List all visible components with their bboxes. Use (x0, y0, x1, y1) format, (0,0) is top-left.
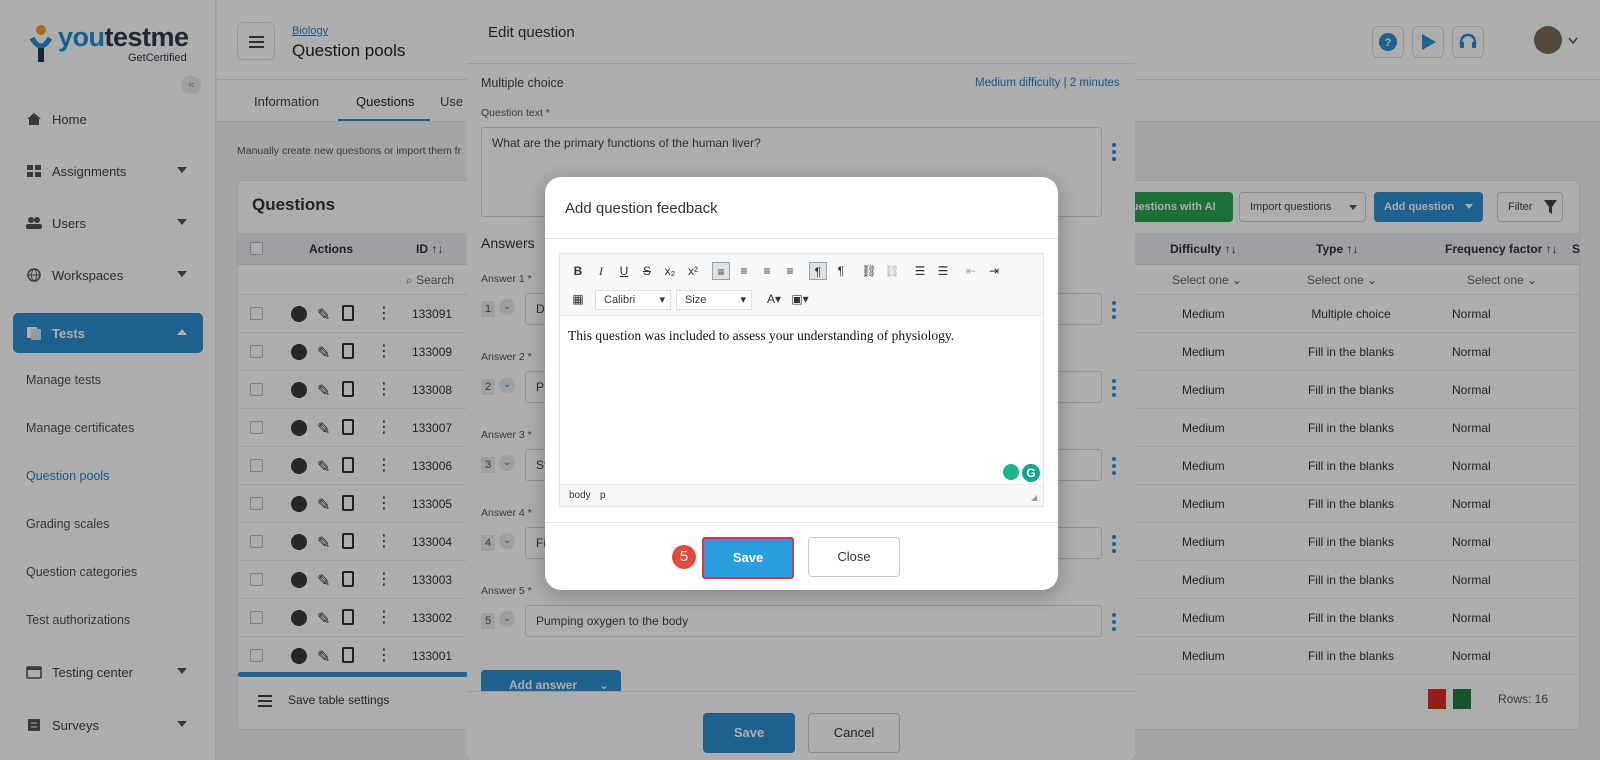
editor-toolbar: B I U S x₂ x² ≡ ≡ ≡ ≡ ¶ ¶ ⛓ ⛓ ☰ ☰ ⇤ ⇥ ▦ … (560, 254, 1043, 316)
save-button[interactable]: Save (702, 537, 794, 579)
add-feedback-modal: Add question feedback B I U S x₂ x² ≡ ≡ … (545, 177, 1058, 590)
text-color-icon[interactable]: A▾ (762, 290, 786, 308)
editor-content[interactable]: This question was included to assess you… (568, 328, 954, 344)
align-justify-icon[interactable]: ≡ (781, 262, 799, 280)
indent-icon[interactable]: ⇥ (985, 262, 1003, 280)
numbered-list-icon[interactable]: ☰ (911, 262, 929, 280)
table-icon[interactable]: ▦ (569, 290, 587, 308)
divider (545, 238, 1058, 239)
strikethrough-icon[interactable]: S (638, 262, 656, 280)
bold-icon[interactable]: B (569, 262, 587, 280)
align-left-icon[interactable]: ≡ (712, 262, 730, 280)
resize-handle-icon[interactable]: ◢ (1031, 493, 1037, 502)
background-color-icon[interactable]: ▣▾ (788, 290, 812, 308)
link-icon[interactable]: ⛓ (860, 262, 878, 280)
grammarly-icon[interactable]: G (1022, 464, 1040, 482)
italic-icon[interactable]: I (592, 262, 610, 280)
close-button[interactable]: Close (808, 537, 900, 577)
align-center-icon[interactable]: ≡ (735, 262, 753, 280)
ltr-icon[interactable]: ¶ (809, 262, 827, 280)
subscript-icon[interactable]: x₂ (661, 262, 679, 280)
editor-statusbar: body p ◢ (560, 484, 1043, 506)
select-value: Calibri (604, 294, 636, 306)
bulleted-list-icon[interactable]: ☰ (934, 262, 952, 280)
select-value: Size (685, 294, 707, 306)
caret-icon: ▾ (659, 294, 665, 306)
superscript-icon[interactable]: x² (684, 262, 702, 280)
font-select[interactable]: Calibri ▾ (595, 290, 671, 310)
rtl-icon[interactable]: ¶ (832, 262, 850, 280)
rich-text-editor: B I U S x₂ x² ≡ ≡ ≡ ≡ ¶ ¶ ⛓ ⛓ ☰ ☰ ⇤ ⇥ ▦ … (559, 253, 1044, 507)
underline-icon[interactable]: U (615, 262, 633, 280)
grammarly-suggest-icon[interactable] (1003, 464, 1019, 480)
caret-icon: ▾ (740, 294, 746, 306)
path-body[interactable]: body (569, 490, 591, 501)
size-select[interactable]: Size ▾ (676, 290, 752, 310)
step-badge: 5 (672, 545, 696, 569)
divider (545, 522, 1058, 523)
unlink-icon[interactable]: ⛓ (883, 262, 901, 280)
path-p[interactable]: p (600, 490, 606, 501)
outdent-icon[interactable]: ⇤ (962, 262, 980, 280)
modal-title: Add question feedback (565, 200, 718, 217)
align-right-icon[interactable]: ≡ (758, 262, 776, 280)
